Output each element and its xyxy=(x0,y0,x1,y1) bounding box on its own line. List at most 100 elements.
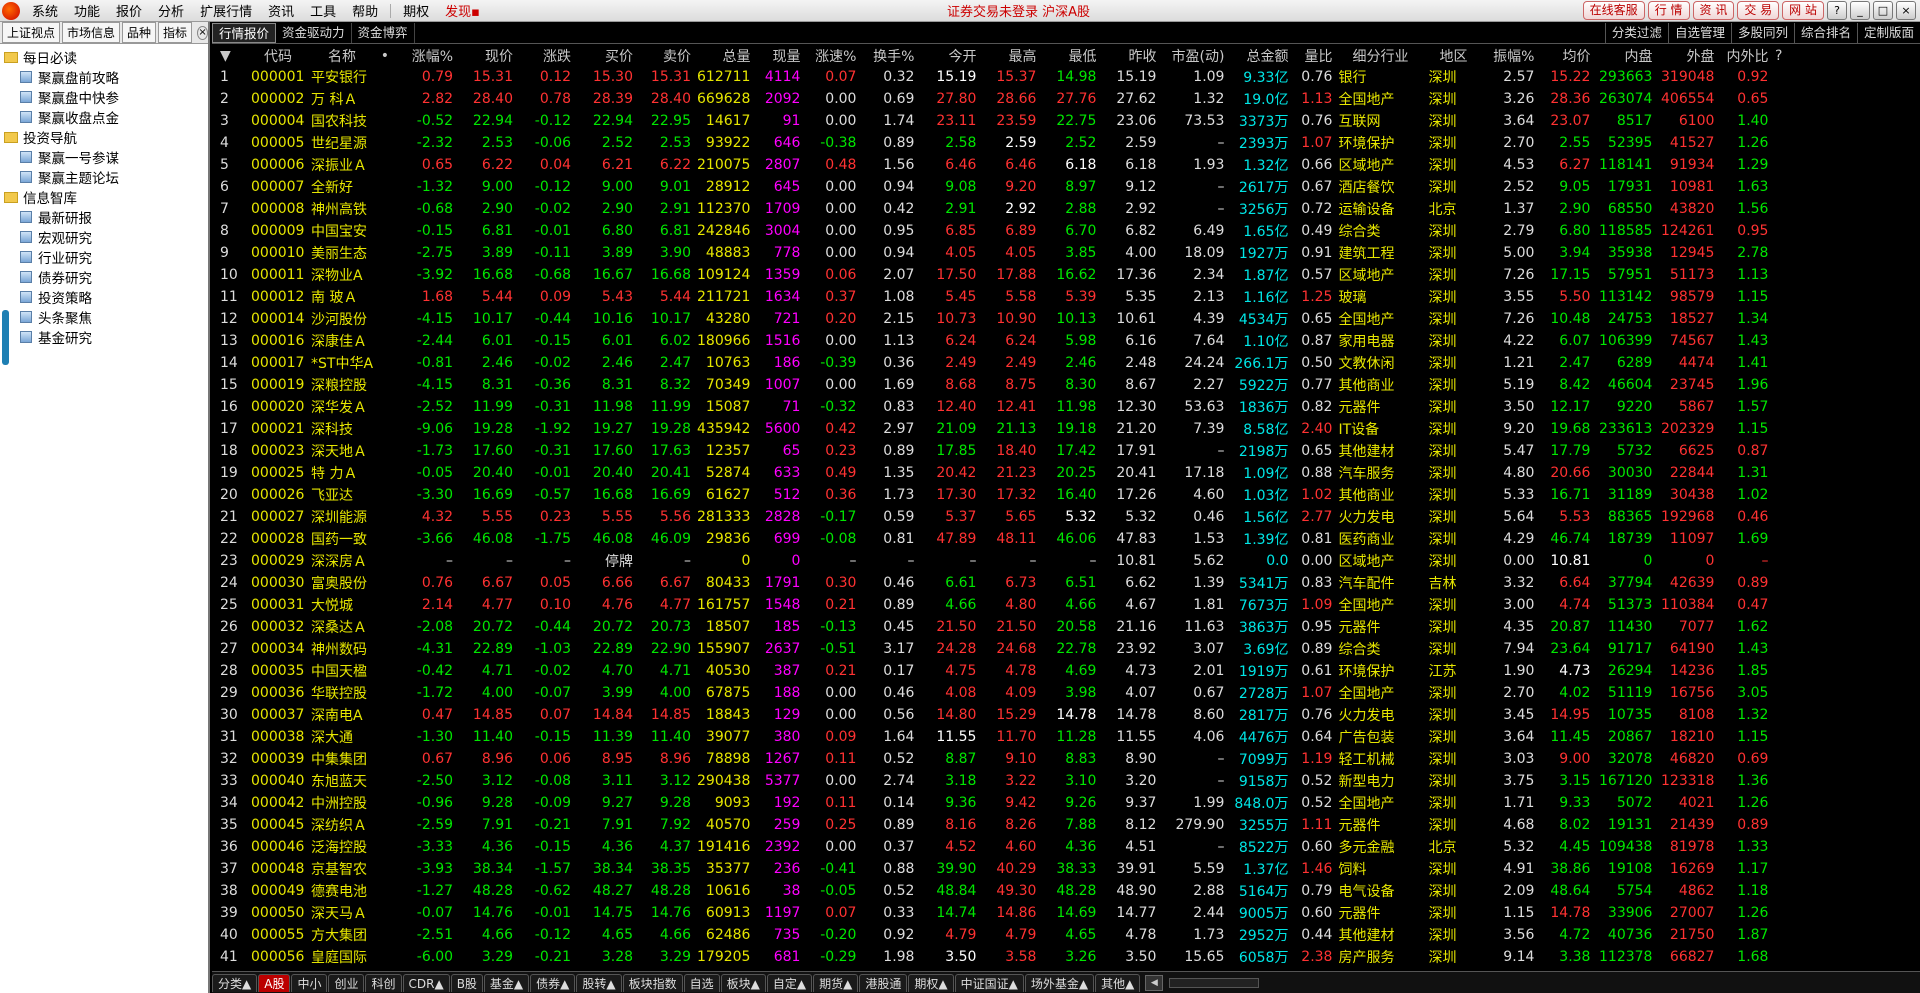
table-row[interactable]: 38 000049 德赛电池 -1.27 48.28 -0.62 48.27 48.28 106… xyxy=(212,880,1785,902)
table-row[interactable]: 12 000014 沙河股份 -4.15 10.17 -0.44 10.16 10.17 432… xyxy=(212,308,1785,330)
sidebar-tab-variety[interactable]: 品种 xyxy=(122,22,157,43)
table-row[interactable]: 27 000034 神州数码 -4.31 22.89 -1.03 22.89 22.90 155… xyxy=(212,638,1785,660)
tab-fund-game[interactable]: 资金博弈 xyxy=(352,22,415,43)
column-header[interactable]: 涨幅% xyxy=(392,45,456,66)
column-header[interactable]: 昨收 xyxy=(1099,45,1159,66)
tree-folder[interactable]: 信息智库 xyxy=(0,187,208,207)
menu-item[interactable]: 系统 xyxy=(24,1,66,20)
table-row[interactable]: 25 000031 大悦城 2.14 4.77 0.10 4.76 4.77 161757 154… xyxy=(212,594,1785,616)
market-tab[interactable]: 港股通 xyxy=(859,973,908,992)
table-row[interactable]: 14 000017 *ST中华A -0.81 2.46 -0.02 2.46 2.47 1076… xyxy=(212,352,1785,374)
website-button[interactable]: 网 站 xyxy=(1782,1,1824,20)
column-header[interactable]: ? xyxy=(1771,45,1785,66)
table-row[interactable]: 3 000004 国农科技 -0.52 22.94 -0.12 22.94 22.95 1461… xyxy=(212,110,1785,132)
table-row[interactable]: 6 000007 全新好 -1.32 9.00 -0.12 9.00 9.01 28912 645… xyxy=(212,176,1785,198)
table-row[interactable]: 18 000023 深天地Ａ -1.73 17.60 -0.31 17.60 17.63 123… xyxy=(212,440,1785,462)
column-header[interactable]: 均价 xyxy=(1537,45,1593,66)
minimize-icon[interactable]: _ xyxy=(1850,1,1870,20)
market-tab[interactable]: 中证国证▲ xyxy=(954,973,1024,992)
multi-stock-button[interactable]: 多股同列 xyxy=(1730,23,1794,43)
column-header[interactable]: 代码 xyxy=(248,45,308,66)
column-header[interactable]: 市盈(动) xyxy=(1159,45,1227,66)
column-header[interactable]: 换手% xyxy=(859,45,917,66)
market-tab[interactable]: 科创 xyxy=(365,973,402,992)
table-row[interactable]: 15 000019 深粮控股 -4.15 8.31 -0.36 8.31 8.32 70349 1… xyxy=(212,374,1785,396)
ranking-button[interactable]: 综合排名 xyxy=(1793,23,1857,43)
market-tab[interactable]: 板块▲ xyxy=(720,973,766,992)
column-header[interactable]: 涨速% xyxy=(803,45,859,66)
menu-item[interactable]: 资讯 xyxy=(260,1,302,20)
column-header[interactable]: 振幅% xyxy=(1481,45,1537,66)
table-row[interactable]: 30 000037 深南电A 0.47 14.85 0.07 14.84 14.85 18843… xyxy=(212,704,1785,726)
column-header[interactable]: 地区 xyxy=(1425,45,1481,66)
market-tab[interactable]: 板块指数 xyxy=(622,973,683,992)
table-row[interactable]: 22 000028 国药一致 -3.66 46.08 -1.75 46.08 46.09 298… xyxy=(212,528,1785,550)
table-row[interactable]: 34 000042 中洲控股 -0.96 9.28 -0.09 9.27 9.28 9093 19… xyxy=(212,792,1785,814)
tree-item[interactable]: 行业研究 xyxy=(0,247,208,267)
table-row[interactable]: 31 000038 深大通 -1.30 11.40 -0.15 11.39 11.40 3907… xyxy=(212,726,1785,748)
table-row[interactable]: 13 000016 深康佳Ａ -2.44 6.01 -0.15 6.01 6.02 180966… xyxy=(212,330,1785,352)
table-row[interactable]: 36 000046 泛海控股 -3.33 4.36 -0.15 4.36 4.37 191416… xyxy=(212,836,1785,858)
table-row[interactable]: 21 000027 深圳能源 4.32 5.55 0.23 5.55 5.56 281333 28… xyxy=(212,506,1785,528)
table-row[interactable]: 29 000036 华联控股 -1.72 4.00 -0.07 3.99 4.00 67875 1… xyxy=(212,682,1785,704)
column-header[interactable]: 总金额 xyxy=(1227,45,1291,66)
column-header[interactable]: 涨跌 xyxy=(516,45,574,66)
market-tab[interactable]: A股 xyxy=(258,973,291,992)
column-header[interactable]: 今开 xyxy=(917,45,979,66)
info-button[interactable]: 资 讯 xyxy=(1692,1,1735,20)
tree-item[interactable]: 最新研报 xyxy=(0,207,208,227)
tree-item[interactable]: 聚赢盘前攻略 xyxy=(0,67,208,87)
tree-item[interactable]: 基金研究 xyxy=(0,327,208,347)
quote-button[interactable]: 行 情 xyxy=(1647,1,1690,20)
table-row[interactable]: 33 000040 东旭蓝天 -2.50 3.12 -0.08 3.11 3.12 290438… xyxy=(212,770,1785,792)
tree-item[interactable]: 宏观研究 xyxy=(0,227,208,247)
tree-item[interactable]: 聚赢主题论坛 xyxy=(0,167,208,187)
column-header[interactable]: 外盘 xyxy=(1655,45,1717,66)
market-tab[interactable]: B股 xyxy=(450,973,483,992)
market-tab[interactable]: 期权▲ xyxy=(908,973,954,992)
market-tab[interactable]: 自定▲ xyxy=(766,973,813,992)
table-row[interactable]: 8 000009 中国宝安 -0.15 6.81 -0.01 6.80 6.81 242846 3… xyxy=(212,220,1785,242)
column-header[interactable]: 细分行业 xyxy=(1335,45,1425,66)
tree-folder[interactable]: 每日必读 xyxy=(0,47,208,67)
table-row[interactable]: 10 000011 深物业A -3.92 16.68 -0.68 16.67 16.68 109… xyxy=(212,264,1785,286)
sidebar-tab-market-info[interactable]: 市场信息 xyxy=(62,22,121,43)
table-row[interactable]: 26 000032 深桑达Ａ -2.08 20.72 -0.44 20.72 20.73 185… xyxy=(212,616,1785,638)
market-tab[interactable]: 债券▲ xyxy=(530,973,576,992)
online-service-button[interactable]: 在线客服 xyxy=(1582,1,1645,20)
filter-button[interactable]: 分类过滤 xyxy=(1604,23,1668,43)
table-row[interactable]: 24 000030 富奥股份 0.76 6.67 0.05 6.66 6.67 80433 179… xyxy=(212,572,1785,594)
sidebar-tab-shanghai-view[interactable]: 上证视点 xyxy=(2,22,61,43)
menu-item-options[interactable]: 期权 xyxy=(395,1,437,20)
table-row[interactable]: 23 000029 深深房Ａ – – – 停牌 – 0 0 – – – – – 10.81 5.62 0.0 0.0… xyxy=(212,550,1785,572)
menu-item[interactable]: 报价 xyxy=(108,1,150,20)
tree-item[interactable]: 头条聚焦 xyxy=(0,307,208,327)
sidebar-tab-indicator[interactable]: 指标 xyxy=(158,22,193,43)
column-header[interactable]: 最高 xyxy=(979,45,1039,66)
table-row[interactable]: 4 000005 世纪星源 -2.32 2.53 -0.06 2.52 2.53 93922 64… xyxy=(212,132,1785,154)
scroll-left-icon[interactable]: ◀ xyxy=(1145,974,1164,991)
table-row[interactable]: 39 000050 深天马Ａ -0.07 14.76 -0.01 14.75 14.76 609… xyxy=(212,902,1785,924)
table-row[interactable]: 9 000010 美丽生态 -2.75 3.89 -0.11 3.89 3.90 48883 77… xyxy=(212,242,1785,264)
market-tab[interactable]: 期货▲ xyxy=(813,973,859,992)
table-row[interactable]: 17 000021 深科技 -9.06 19.28 -1.92 19.27 19.28 4359… xyxy=(212,418,1785,440)
watchlist-manage-button[interactable]: 自选管理 xyxy=(1667,23,1731,43)
table-row[interactable]: 37 000048 京基智农 -3.93 38.34 -1.57 38.34 38.35 353… xyxy=(212,858,1785,880)
column-header[interactable]: 总量 xyxy=(694,45,753,66)
table-row[interactable]: 40 000055 方大集团 -2.51 4.66 -0.12 4.65 4.66 62486 7… xyxy=(212,924,1785,946)
maximize-icon[interactable]: □ xyxy=(1873,1,1893,20)
close-icon[interactable]: × xyxy=(1896,1,1916,20)
column-header[interactable]: 内盘 xyxy=(1593,45,1655,66)
table-row[interactable]: 11 000012 南 玻Ａ 1.68 5.44 0.09 5.43 5.44 211721 16… xyxy=(212,286,1785,308)
trade-button[interactable]: 交 易 xyxy=(1737,1,1780,20)
table-row[interactable]: 16 000020 深华发Ａ -2.52 11.99 -0.31 11.98 11.99 150… xyxy=(212,396,1785,418)
menu-item[interactable]: 扩展行情 xyxy=(192,1,260,20)
menu-item[interactable]: 工具 xyxy=(302,1,344,20)
table-row[interactable]: 5 000006 深振业Ａ 0.65 6.22 0.04 6.21 6.22 210075 280… xyxy=(212,154,1785,176)
column-header[interactable]: 名称 xyxy=(308,45,376,66)
market-tab[interactable]: 分类▲ xyxy=(212,973,258,992)
table-row[interactable]: 41 000056 皇庭国际 -6.00 3.29 -0.21 3.28 3.29 179205… xyxy=(212,946,1785,968)
market-tab[interactable]: 场外基金▲ xyxy=(1024,973,1095,992)
help-icon[interactable]: ? xyxy=(1827,1,1847,20)
column-header[interactable]: 买价 xyxy=(574,45,636,66)
